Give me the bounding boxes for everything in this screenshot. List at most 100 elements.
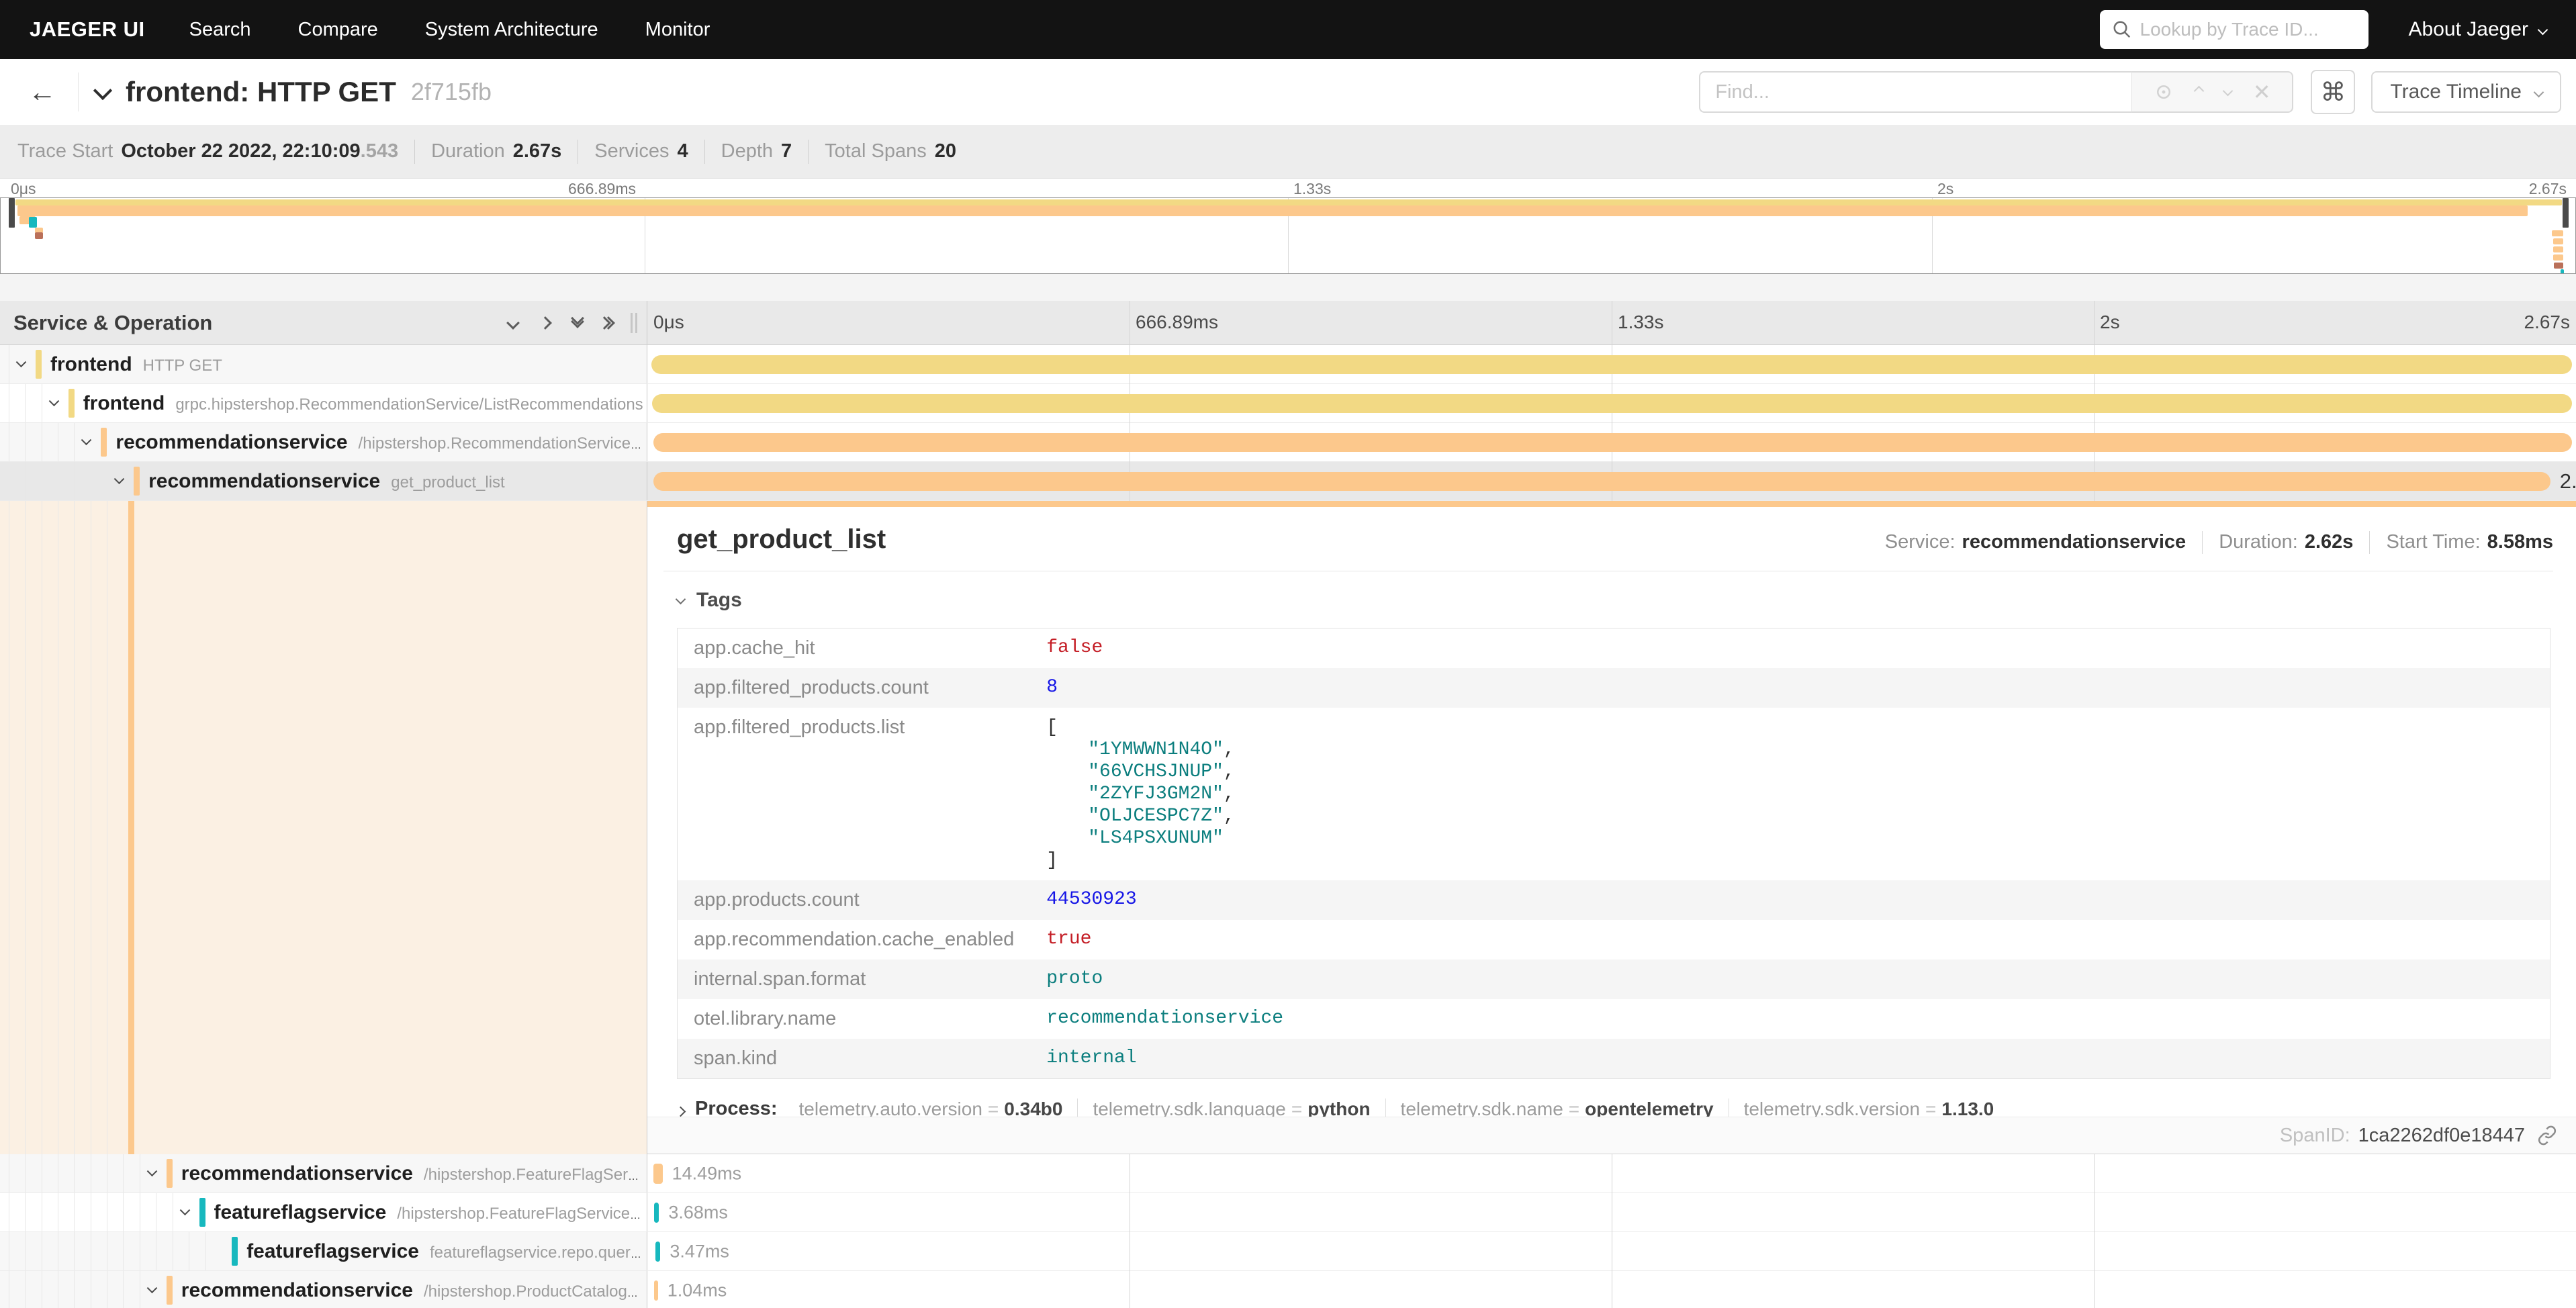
span-bar[interactable] — [653, 433, 2573, 452]
span-row[interactable]: frontendHTTP GET — [0, 345, 2576, 384]
nav-item-search[interactable]: Search — [189, 19, 251, 41]
column-resize-grip[interactable] — [631, 313, 637, 333]
span-duration-label: 14.49ms — [672, 1163, 742, 1184]
expand-one-icon[interactable] — [541, 318, 550, 328]
double-chevron-right-icon[interactable] — [605, 318, 613, 328]
chevron-down-icon[interactable] — [50, 395, 58, 408]
operation-name: grpc.hipstershop.RecommendationService/L… — [175, 395, 643, 414]
trace-id-lookup-input[interactable] — [2140, 19, 2383, 40]
double-chevron-down-icon[interactable] — [573, 320, 582, 326]
chevron-down-icon[interactable] — [148, 1166, 156, 1178]
minimap-span-bar — [2553, 246, 2563, 252]
service-name: recommendationservice — [116, 431, 347, 453]
trace-minimap[interactable] — [0, 197, 2576, 274]
service-name: featureflagservice — [246, 1240, 419, 1262]
service-name: recommendationservice — [181, 1162, 413, 1184]
trace-view-selector[interactable]: Trace Timeline — [2371, 71, 2561, 113]
span-color-indicator — [167, 1276, 173, 1305]
span-bar[interactable] — [655, 1242, 660, 1262]
span-row[interactable]: featureflagservice/hipstershop.FeatureFl… — [0, 1193, 2576, 1232]
trace-id-short: 2f715fb — [411, 78, 492, 106]
tag-row[interactable]: app.filtered_products.list["1YMWWN1N4O",… — [678, 708, 2550, 880]
tag-value: proto — [1030, 960, 2550, 999]
deep-link-icon[interactable] — [2537, 1125, 2557, 1146]
find-input[interactable] — [1699, 71, 2132, 113]
tag-key: otel.library.name — [678, 999, 1031, 1039]
minimap-span-bar — [17, 205, 2528, 216]
span-row[interactable]: featureflagservicefeatureflagservice.rep… — [0, 1232, 2576, 1271]
service-label: Service: — [1885, 531, 1956, 553]
focus-target-icon[interactable] — [2154, 82, 2174, 102]
span-row[interactable]: recommendationservice/hipstershop.Produc… — [0, 1271, 2576, 1308]
span-duration-label: 3.68ms — [668, 1202, 728, 1223]
span-duration-label: 3.47ms — [670, 1241, 729, 1262]
chevron-down-icon[interactable] — [148, 1282, 156, 1295]
span-id-value: 1ca2262df0e18447 — [2358, 1125, 2525, 1147]
tick-label: 2s — [1937, 180, 1953, 198]
span-detail-title: get_product_list — [677, 524, 886, 555]
services-count: 4 — [678, 140, 688, 162]
tag-row[interactable]: internal.span.formatproto — [678, 960, 2550, 999]
chevron-down-icon[interactable] — [17, 357, 25, 369]
tag-row[interactable]: app.recommendation.cache_enabledtrue — [678, 920, 2550, 960]
span-row[interactable]: recommendationservice/hipstershop.Recomm… — [0, 423, 2576, 462]
service-operation-header: Service & Operation — [13, 311, 212, 335]
span-id-bar: SpanID: 1ca2262df0e18447 — [647, 1117, 2576, 1154]
app-brand[interactable]: JAEGER UI — [30, 17, 145, 42]
chevron-down-icon[interactable] — [116, 473, 123, 485]
minimap-tick-labels: 0μs666.89ms1.33s2s2.67s — [0, 179, 2576, 197]
tag-key: app.filtered_products.count — [678, 668, 1031, 708]
tag-row[interactable]: app.products.count44530923 — [678, 880, 2550, 920]
span-row[interactable]: recommendationservice/hipstershop.Featur… — [0, 1154, 2576, 1193]
operation-name: /hipstershop.ProductCatalogSer… — [424, 1282, 644, 1301]
span-row[interactable]: frontendgrpc.hipstershop.RecommendationS… — [0, 384, 2576, 423]
tags-table: app.cache_hitfalseapp.filtered_products.… — [677, 628, 2550, 1079]
tick-label: 0μs — [653, 312, 684, 333]
span-color-indicator — [36, 350, 42, 379]
minimap-span-bar — [15, 199, 2562, 205]
find-clear-button[interactable]: ✕ — [2253, 81, 2271, 103]
minimap-left-handle[interactable] — [9, 198, 15, 228]
service-name: frontend — [50, 353, 132, 375]
collapse-one-icon[interactable] — [508, 318, 518, 328]
operation-name: get_product_list — [391, 473, 504, 492]
keyboard-shortcuts-button[interactable]: ⌘ — [2311, 70, 2355, 114]
nav-menu: Search Compare System Architecture Monitor — [189, 19, 757, 41]
span-color-indicator — [128, 501, 134, 1154]
tag-key: internal.span.format — [678, 960, 1031, 999]
span-color-indicator — [167, 1159, 173, 1188]
chevron-down-icon[interactable] — [83, 434, 90, 447]
process-tag: telemetry.auto.version=0.34b0 — [784, 1099, 1078, 1119]
tags-section-toggle[interactable]: Tags — [677, 589, 2553, 612]
back-button[interactable]: ← — [19, 68, 66, 115]
tick-label: 1.33s — [1618, 312, 1664, 333]
tag-row[interactable]: app.filtered_products.count8 — [678, 668, 2550, 708]
span-bar[interactable] — [652, 394, 2572, 413]
find-next-button[interactable] — [2224, 86, 2232, 98]
trace-collapse-chevron-icon[interactable] — [96, 84, 109, 101]
trace-title: frontend: HTTP GET — [126, 76, 396, 108]
service-value: recommendationservice — [1962, 531, 2187, 553]
nav-item-system-architecture[interactable]: System Architecture — [425, 19, 598, 41]
trace-id-lookup — [2100, 10, 2368, 49]
minimap-right-handle[interactable] — [2563, 198, 2569, 228]
span-bar[interactable] — [653, 472, 2550, 491]
span-bar[interactable] — [654, 1280, 658, 1301]
chevron-down-icon[interactable] — [181, 1205, 189, 1217]
find-prev-button[interactable] — [2195, 86, 2203, 98]
tag-key: app.filtered_products.list — [678, 708, 1031, 880]
nav-item-compare[interactable]: Compare — [298, 19, 378, 41]
span-bar[interactable] — [654, 1203, 659, 1223]
tag-row[interactable]: otel.library.namerecommendationservice — [678, 999, 2550, 1039]
span-row[interactable]: recommendationserviceget_product_list2.6… — [0, 462, 2576, 501]
about-jaeger-menu[interactable]: About Jaeger — [2409, 18, 2546, 41]
span-bar[interactable] — [651, 355, 2573, 374]
span-duration-label: 1.04ms — [668, 1280, 727, 1301]
minimap-span-bar — [2552, 230, 2563, 236]
tag-row[interactable]: app.cache_hitfalse — [678, 628, 2550, 669]
tick-label: 2s — [2100, 312, 2120, 333]
span-bar[interactable] — [653, 1164, 663, 1184]
nav-item-monitor[interactable]: Monitor — [645, 19, 710, 41]
tag-key: span.kind — [678, 1039, 1031, 1079]
tag-row[interactable]: span.kindinternal — [678, 1039, 2550, 1079]
